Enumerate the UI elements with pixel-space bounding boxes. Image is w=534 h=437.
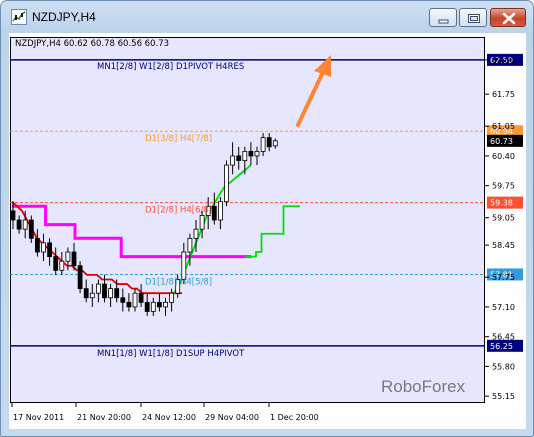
- level-label: D1[1/8] H4[5/8]: [145, 277, 212, 287]
- candle-body: [108, 288, 113, 299]
- close-button[interactable]: [490, 8, 526, 27]
- y-tick-label: 61.75: [492, 90, 515, 99]
- candle-body: [224, 164, 229, 203]
- candle-body: [236, 155, 242, 161]
- candle-body: [144, 301, 150, 312]
- y-tick-label: 60.40: [492, 152, 515, 161]
- candle-body: [102, 283, 107, 299]
- candle-body: [28, 219, 34, 239]
- candle-body: [47, 242, 52, 257]
- y-tick-label: 59.05: [492, 214, 515, 223]
- chart-window: NZDJPY,H4 MN1[2/8] W1[2/8] D1PIVOT H4RES…: [0, 0, 534, 437]
- candle-body: [193, 228, 199, 239]
- candle-body: [16, 219, 22, 230]
- candle-body: [230, 155, 236, 166]
- candle-body: [120, 297, 126, 303]
- candle-body: [242, 150, 248, 161]
- candle-body: [89, 292, 95, 299]
- y-tick-label: 57.10: [492, 303, 515, 312]
- candle-body: [260, 137, 266, 152]
- candle-body: [132, 292, 138, 308]
- level-label: D1[2/8] H4[6/8]: [145, 206, 212, 216]
- candle-body: [41, 242, 46, 253]
- candle-body: [71, 251, 77, 267]
- candle-body: [187, 237, 193, 253]
- candle-body: [199, 215, 205, 230]
- candle-body: [181, 251, 187, 280]
- x-tick-label: 24 Nov 12:00: [142, 413, 196, 422]
- y-tick-label: 55.80: [492, 362, 515, 371]
- level-price-label: 56.25: [490, 342, 513, 351]
- y-tick-label: 59.75: [492, 182, 515, 191]
- candle-body: [266, 137, 272, 148]
- candle-body: [34, 237, 40, 253]
- y-tick-label: 58.45: [492, 241, 515, 250]
- candle-body: [83, 288, 89, 299]
- y-tick-label: 55.15: [492, 392, 515, 401]
- candle-body: [211, 205, 217, 221]
- candle-body: [59, 260, 65, 271]
- chart-info-text: NZDJPY,H4 60.62 60.78 60.56 60.73: [15, 39, 169, 49]
- minimize-icon: [438, 19, 449, 24]
- candle-body: [96, 283, 101, 294]
- window-title: NZDJPY,H4: [32, 10, 96, 24]
- candle-body: [126, 301, 132, 308]
- y-tick-label: 56.45: [492, 333, 515, 342]
- candle-body: [10, 210, 16, 221]
- maximize-button[interactable]: [459, 8, 487, 27]
- candle-body: [114, 288, 120, 299]
- candle-body: [169, 292, 175, 303]
- candle-body: [272, 140, 278, 147]
- y-tick-label: 61.05: [492, 122, 515, 131]
- level-label: MN1[2/8] W1[2/8] D1PIVOT H4RES: [97, 62, 244, 72]
- x-tick-label: 21 Nov 20:00: [77, 413, 131, 422]
- level-label: D1[3/8] H4[7/8]: [145, 134, 212, 144]
- chart-area[interactable]: MN1[2/8] W1[2/8] D1PIVOT H4RES 62.50 D1[3/…: [9, 33, 526, 429]
- x-tick-label: 1 Dec 20:00: [270, 413, 319, 422]
- candle-body: [150, 301, 156, 312]
- y-tick-label: 62.50: [492, 56, 515, 65]
- candle-body: [138, 292, 144, 303]
- candle-body: [77, 265, 83, 290]
- x-tick-label: 29 Nov 04:00: [205, 413, 259, 422]
- candle-body: [53, 256, 59, 271]
- candle-body: [163, 301, 168, 308]
- current-price-label: 60.73: [490, 137, 513, 146]
- indicator-line: [245, 205, 300, 258]
- title-bar[interactable]: NZDJPY,H4: [1, 1, 533, 33]
- minimize-button[interactable]: [429, 8, 457, 27]
- level-label: MN1[1/8] W1[1/8] D1SUP H4PIVOT: [97, 349, 245, 359]
- chart-app-icon: [11, 9, 27, 25]
- trend-arrow: [296, 55, 331, 127]
- maximize-icon: [468, 14, 480, 23]
- level-price-label: 59.38: [490, 199, 513, 208]
- candle-body: [156, 301, 162, 308]
- candle-body: [65, 251, 71, 262]
- candle-body: [254, 150, 260, 157]
- candle-body: [217, 201, 223, 221]
- candle-body: [248, 150, 254, 157]
- candle-body: [22, 219, 28, 230]
- close-icon: [502, 12, 516, 25]
- x-tick-label: 17 Nov 2011: [13, 413, 64, 422]
- y-tick-label: 57.75: [492, 273, 515, 282]
- price-chart[interactable]: MN1[2/8] W1[2/8] D1PIVOT H4RES 62.50 D1[3/…: [9, 33, 526, 429]
- watermark-text: RoboForex: [381, 377, 466, 396]
